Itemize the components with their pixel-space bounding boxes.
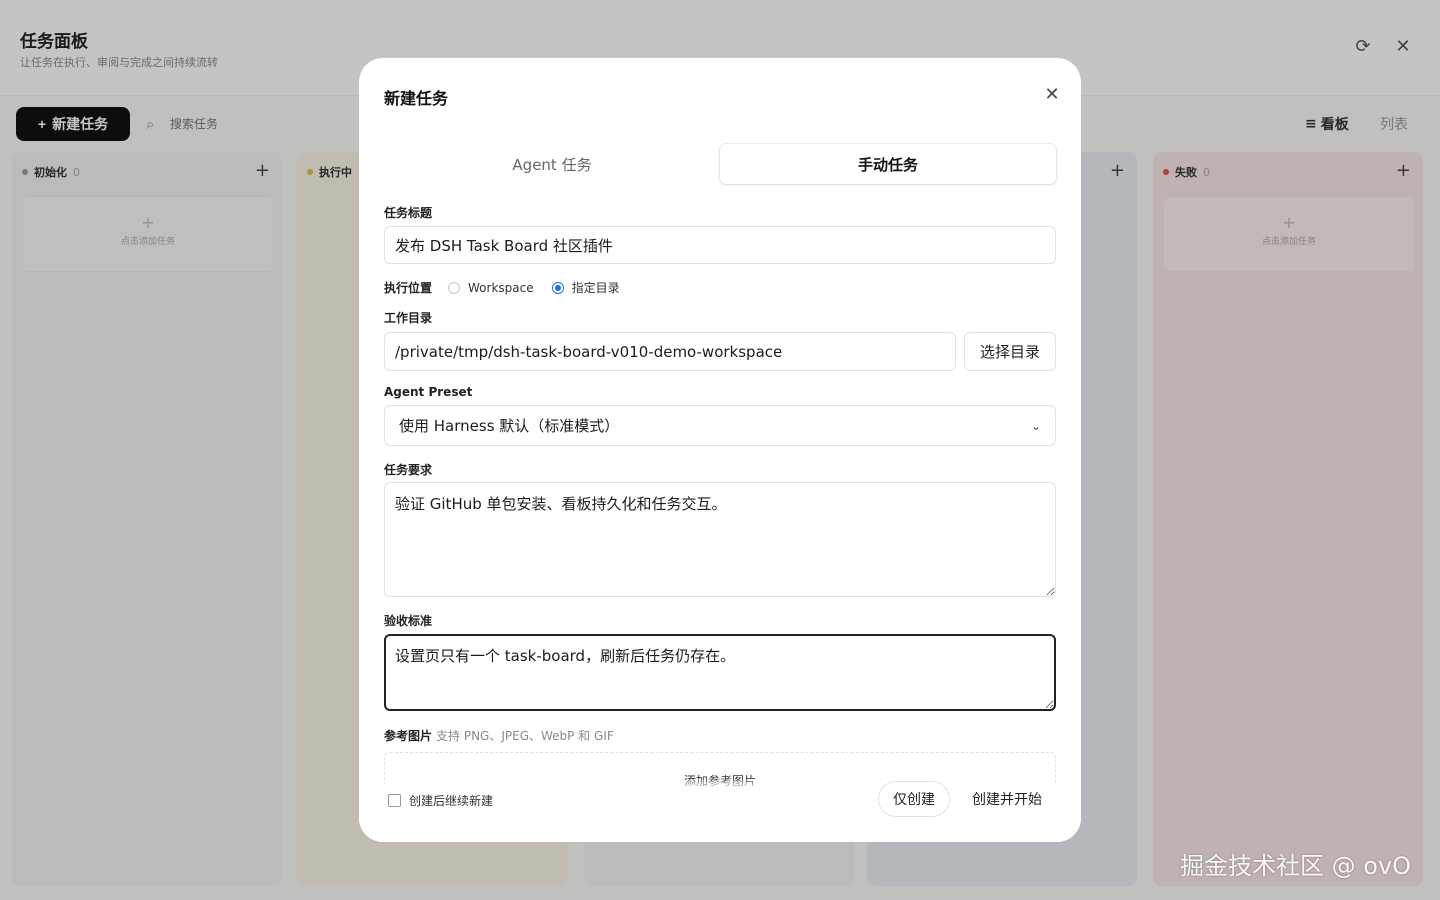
reference-label-text: 参考图片 xyxy=(384,729,433,743)
radio-custom-dir-option[interactable]: 指定目录 xyxy=(551,279,620,296)
modal-title: 新建任务 xyxy=(384,89,449,108)
reference-label: 参考图片 支持 PNG、JPEG、WebP 和 GIF xyxy=(384,727,614,744)
requirement-label: 任务要求 xyxy=(384,463,433,477)
create-and-start-button[interactable]: 创建并开始 xyxy=(962,781,1052,817)
acceptance-textarea[interactable]: 设置页只有一个 task-board，刷新后任务仍存在。 xyxy=(384,634,1056,711)
preset-label: Agent Preset xyxy=(384,385,473,399)
continue-create-checkbox[interactable] xyxy=(388,794,401,807)
new-task-modal: 新建任务 ✕ Agent 任务 手动任务 任务标题 执行位置 Workspace… xyxy=(359,58,1081,842)
radio-workspace-label: Workspace xyxy=(468,280,534,295)
task-title-label: 任务标题 xyxy=(384,206,433,220)
radio-custom-dir-label: 指定目录 xyxy=(571,281,620,295)
task-type-tabs: Agent 任务 手动任务 xyxy=(384,144,1056,184)
reference-hint: 支持 PNG、JPEG、WebP 和 GIF xyxy=(436,729,614,743)
continue-create-option[interactable]: 创建后继续新建 xyxy=(388,792,493,809)
requirement-textarea[interactable]: 验证 GitHub 单包安装、看板持久化和任务交互。 xyxy=(384,482,1056,597)
chevron-down-icon: ⌄ xyxy=(1030,418,1041,433)
watermark: 掘金技术社区 @ ovO xyxy=(1180,852,1412,880)
choose-dir-button[interactable]: 选择目录 xyxy=(964,332,1056,371)
tab-agent-task[interactable]: Agent 任务 xyxy=(384,144,720,184)
tab-manual-task[interactable]: 手动任务 xyxy=(720,144,1056,184)
create-only-button[interactable]: 仅创建 xyxy=(878,781,950,817)
exec-location-label: 执行位置 xyxy=(384,281,433,295)
preset-select[interactable]: 使用 Harness 默认（标准模式） ⌄ xyxy=(384,405,1056,446)
continue-create-label: 创建后继续新建 xyxy=(409,794,494,808)
close-icon[interactable]: ✕ xyxy=(1041,84,1063,106)
preset-selected-value: 使用 Harness 默认（标准模式） xyxy=(399,417,620,435)
workdir-label: 工作目录 xyxy=(384,311,433,325)
task-title-input[interactable] xyxy=(384,226,1056,264)
radio-workspace-option[interactable]: Workspace xyxy=(448,281,534,295)
radio-workspace[interactable] xyxy=(448,281,461,294)
radio-custom-dir[interactable] xyxy=(551,281,564,294)
exec-location-group: 执行位置 Workspace 指定目录 xyxy=(384,279,638,296)
workdir-input[interactable] xyxy=(384,332,956,371)
acceptance-label: 验收标准 xyxy=(384,614,433,628)
